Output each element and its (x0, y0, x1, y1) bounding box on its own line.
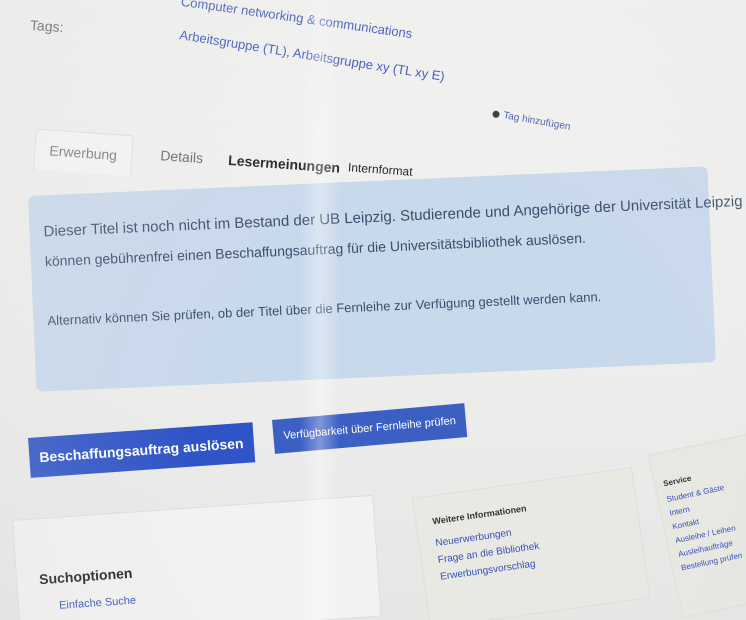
more-info-title: Weitere Informationen (431, 503, 528, 527)
more-info-list: Neuerwerbungen Frage an die Bibliothek E… (435, 524, 543, 589)
simple-search-link[interactable]: Einfache Suche (59, 595, 137, 612)
service-panel: Service Student & Gäste Intern Kontakt A… (648, 433, 746, 619)
info-text-line-1: Dieser Titel ist noch nicht im Bestand d… (43, 192, 743, 241)
check-interlibrary-loan-button[interactable]: Verfügbarkeit über Fernleihe prüfen (272, 403, 468, 454)
acquisition-info-box: Dieser Titel ist noch nicht im Bestand d… (28, 166, 743, 392)
tab-erwerbung[interactable]: Erwerbung (33, 128, 134, 177)
catalog-page: Tags: Computer networking & communicatio… (0, 0, 746, 620)
more-info-panel: Weitere Informationen Neuerwerbungen Fra… (412, 467, 651, 620)
request-acquisition-button[interactable]: Beschaffungsauftrag auslösen (28, 422, 255, 478)
service-list: Student & Gäste Intern Kontakt Ausleihe … (666, 482, 744, 577)
service-title: Service (662, 473, 693, 489)
add-tag-label: Tag hinzufügen (502, 110, 572, 133)
tab-lesermeinungen[interactable]: Lesermeinungen (228, 152, 341, 176)
info-text-line-3: Alternativ können Sie prüfen, ob der Tit… (47, 289, 602, 329)
add-tag-link[interactable]: Tag hinzufügen (492, 108, 572, 133)
search-options-title: Suchoptionen (38, 564, 133, 588)
tab-details[interactable]: Details (160, 147, 204, 166)
tags-label: Tags: (29, 16, 64, 36)
plus-icon (492, 110, 501, 119)
tab-internformat[interactable]: Internformat (348, 160, 414, 178)
search-options-panel: Suchoptionen Einfache Suche (12, 494, 382, 620)
